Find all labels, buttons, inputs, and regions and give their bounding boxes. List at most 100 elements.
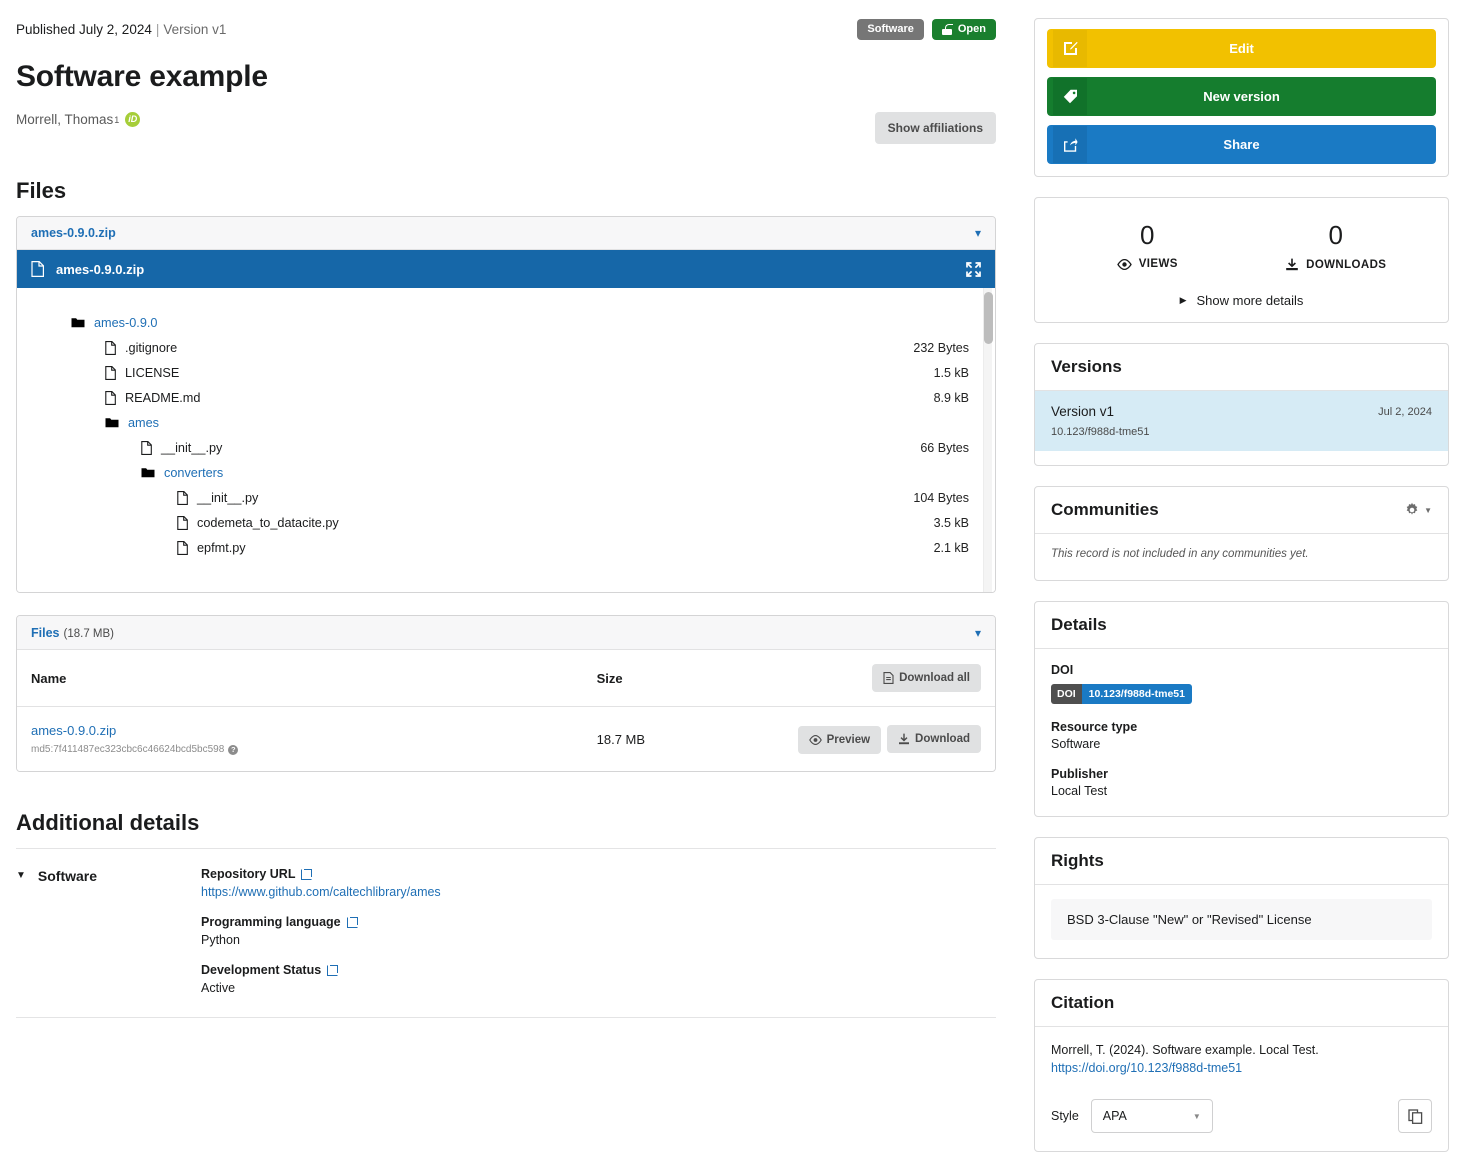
edit-button[interactable]: Edit [1047,29,1436,68]
files-table-label[interactable]: Files [31,626,60,640]
resource-type-value: Software [1051,737,1101,751]
fullscreen-icon[interactable] [966,261,981,277]
show-affiliations-button[interactable]: Show affiliations [874,112,996,144]
metadata-label: Development Status [201,963,322,977]
file-icon [177,490,188,505]
chevron-down-icon[interactable]: ▾ [975,626,981,640]
tree-folder-row[interactable]: ames-0.9.0 [17,310,995,335]
tree-file-row[interactable]: LICENSE 1.5 kB [17,360,995,385]
downloads-stat: 0 DOWNLOADS [1242,222,1431,271]
download-icon [1285,258,1299,271]
tree-file-row[interactable]: codemeta_to_datacite.py 3.5 kB [17,510,995,535]
tree-file-row[interactable]: __init__.py 104 Bytes [17,485,995,510]
publisher-value: Local Test [1051,784,1108,798]
additional-details-group[interactable]: ▼ Software [16,867,201,995]
folder-icon [71,317,85,328]
scrollbar-thumb[interactable] [984,292,993,344]
versions-spacer [1035,451,1448,465]
author: Morrell, Thomas 1 iD [16,112,141,127]
file-checksum-text: md5:7f411487ec323cbc6c46624bcd5bc598 [31,744,225,755]
citation-style-select[interactable]: APA ▼ [1090,1099,1213,1134]
record-badges: Software Open [857,16,996,40]
tree-item-size: 2.1 kB [933,540,969,555]
edit-label: Edit [1229,41,1254,56]
metadata-label-wrap: Programming language [201,915,996,929]
tree-item-label: LICENSE [125,365,180,380]
versions-card: Versions Version v1 10.123/f988d-tme51 J… [1034,343,1449,466]
preview-file-link[interactable]: ames-0.9.0.zip [31,226,116,240]
details-card: Details DOI DOI 10.123/f988d-tme51 Resou… [1034,601,1449,817]
tree-file-row[interactable]: README.md 8.9 kB [17,385,995,410]
file-name-link[interactable]: ames-0.9.0.zip [31,723,116,738]
external-link-icon[interactable] [301,868,313,880]
file-tree-scrollbar[interactable] [983,288,993,592]
file-icon [105,340,116,355]
show-more-details-button[interactable]: ▶ Show more details [1053,293,1430,308]
tree-item-name-wrap: README.md [105,391,200,405]
version-info: Version v1 10.123/f988d-tme51 [1051,404,1149,438]
share-button[interactable]: Share [1047,125,1436,164]
file-icon [105,390,116,405]
column-header-size: Size [582,650,778,707]
file-icon [141,440,152,455]
metadata-value-wrap: https://www.github.com/caltechlibrary/am… [201,885,996,899]
tree-item-name-wrap: converters [141,466,223,480]
tree-folder-row[interactable]: converters [17,460,995,485]
tree-item-name-wrap: ames [105,416,159,430]
preview-file-title: ames-0.9.0.zip [31,261,144,277]
download-all-button[interactable]: Download all [872,664,981,692]
stats-row: 0 VIEWS 0 DOWNLOADS [1053,222,1430,271]
file-tree: ames-0.9.0 .gitignore 232 Bytes LICENSE 1.5 … [17,288,995,592]
tree-item-name-wrap: LICENSE [105,366,179,380]
triangle-right-icon: ▶ [1179,295,1187,305]
additional-details-heading: Additional details [16,810,200,835]
access-badge-label: Open [957,23,986,35]
orcid-icon[interactable]: iD [125,112,141,127]
tree-item-label: __init__.py [197,490,259,505]
doi-badge[interactable]: DOI 10.123/f988d-tme51 [1051,684,1192,704]
doi-badge-key: DOI [1051,684,1082,704]
file-checksum: md5:7f411487ec323cbc6c46624bcd5bc598? [31,744,569,755]
tree-item-size: 8.9 kB [933,390,969,405]
citation-doi-link[interactable]: https://doi.org/10.123/f988d-tme51 [1051,1059,1432,1077]
doi-label: DOI [1051,663,1074,677]
new-version-button[interactable]: New version [1047,77,1436,116]
help-icon[interactable]: ? [228,744,239,755]
communities-header: Communities ▼ [1035,487,1448,534]
status-badge-access: Open [931,19,996,40]
caret-down-icon[interactable]: ▼ [16,868,26,884]
additional-details-section: Additional details ▼ Software Repository… [16,810,996,1018]
publisher-label: Publisher [1051,767,1108,781]
metadata-value-wrap: Python [201,933,996,947]
tree-folder-row[interactable]: ames [17,410,995,435]
preview-button[interactable]: Preview [797,725,882,754]
tree-file-row[interactable]: epfmt.py 2.1 kB [17,535,995,560]
chevron-down-icon[interactable]: ▾ [975,226,981,240]
download-button[interactable]: Download [887,724,981,753]
external-link-icon[interactable] [346,916,358,928]
views-label: VIEWS [1138,258,1178,270]
record-topline: Published July 2, 2024 | Version v1 Softwa… [16,16,996,40]
metadata-item: Development Status Active [201,963,996,995]
views-count: 0 [1140,220,1155,250]
citation-style-label: Style [1051,1109,1079,1124]
communities-settings-button[interactable]: ▼ [1404,502,1432,518]
metadata-label-wrap: Development Status [201,963,996,977]
citation-card: Citation Morrell, T. (2024). Software ex… [1034,979,1449,1152]
unlock-icon [941,24,953,35]
doi-badge-value: 10.123/f988d-tme51 [1081,684,1192,704]
external-link-icon[interactable] [327,964,339,976]
author-line: Morrell, Thomas 1 iD Show affiliations [16,112,996,144]
tree-file-row[interactable]: __init__.py 66 Bytes [17,435,995,460]
files-table-title: Files (18.7 MB) [31,625,114,640]
chevron-down-icon: ▼ [1424,505,1432,515]
tree-item-name-wrap: __init__.py [141,441,222,455]
files-table-box: Files (18.7 MB) ▾ Name Size Download all… [16,615,996,772]
metadata-value-link[interactable]: https://www.github.com/caltechlibrary/am… [201,885,441,899]
metadata-value: Python [201,933,240,947]
publication-info: Published July 2, 2024 | Version v1 [16,16,226,37]
version-item[interactable]: Version v1 10.123/f988d-tme51 Jul 2, 202… [1035,391,1448,451]
tree-file-row[interactable]: .gitignore 232 Bytes [17,335,995,360]
copy-citation-button[interactable] [1398,1099,1432,1134]
file-actions-cell: Preview Download [777,706,995,771]
